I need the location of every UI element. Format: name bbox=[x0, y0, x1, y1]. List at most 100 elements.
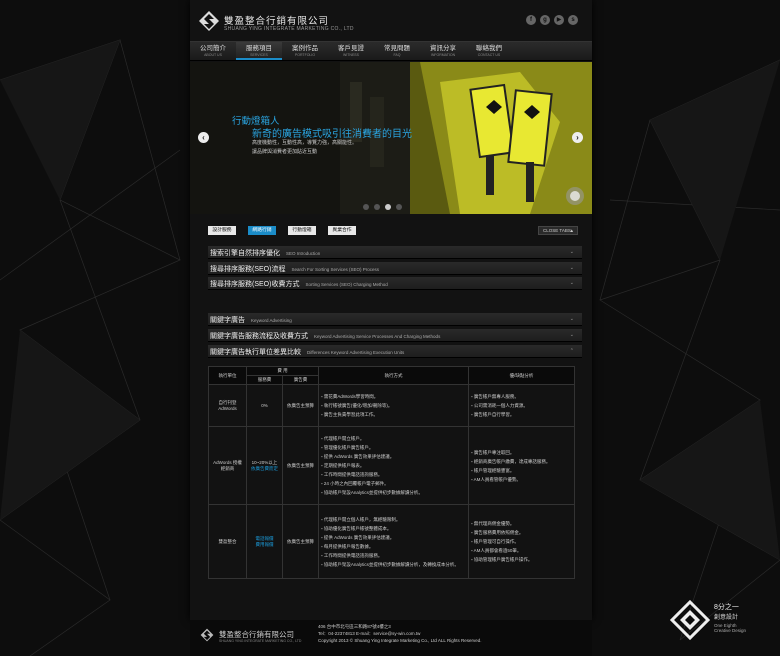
nav-item-contact[interactable]: 聯絡我們 CONTACT US bbox=[466, 42, 512, 60]
footer-copyright: Copyright 2013 © Shuang Ying Integrate M… bbox=[318, 638, 482, 643]
list-item: 廣告服務費用依照佣金。 bbox=[471, 528, 572, 537]
nav-label-en: FAQ bbox=[393, 53, 401, 57]
list-item: 提供 AdWords 廣告效果評估建議。 bbox=[321, 533, 466, 542]
cell-unit: 雙盈整合 bbox=[208, 504, 247, 579]
company-logo-icon bbox=[199, 11, 219, 31]
chevron-down-icon: ⌄ bbox=[569, 249, 574, 255]
banner-prev-arrow-icon[interactable]: ‹ bbox=[198, 132, 209, 143]
nav-label-en: PORTFOLIO bbox=[294, 53, 316, 57]
accordion-seo-charging[interactable]: 搜尋排序服務(SEO)收費方式 Sorting Services (SEO) Ch… bbox=[208, 277, 582, 290]
banner-next-arrow-icon[interactable]: › bbox=[572, 132, 583, 143]
nav-label: 聯絡我們 bbox=[476, 45, 502, 52]
nav-item-faq[interactable]: 常見問題 FAQ bbox=[374, 42, 420, 60]
nav-label: 資訊分享 bbox=[430, 45, 456, 52]
facebook-icon[interactable]: f bbox=[526, 15, 536, 25]
header-logo[interactable]: 雙盈整合行銷有限公司 SHUANG YING INTEGRATE MARKETI… bbox=[198, 10, 368, 36]
list-item: 帳戶管理經驗豐富。 bbox=[471, 466, 572, 475]
list-item: 需花費AdWords學習時間。 bbox=[321, 392, 466, 401]
cell-service-fee: 10~20%以上 依廣告費而定 bbox=[246, 426, 283, 505]
nav-label-en: ABOUT US bbox=[204, 53, 222, 57]
cell-service-fee: 0% bbox=[246, 384, 283, 427]
nav-label: 公司簡介 bbox=[200, 45, 226, 52]
cell-method: 代理帳戶開立個人帳戶，無經驗限制。 協助優化廣告帳戶帳號整體成本。 提供 AdW… bbox=[318, 504, 470, 579]
th-ad-fee: 廣告費 bbox=[281, 375, 320, 385]
nav-item-about[interactable]: 公司簡介 ABOUT US bbox=[190, 42, 236, 60]
accordion-keyword-ads[interactable]: 關鍵字廣告 Keyword Advertising ⌄ bbox=[208, 313, 582, 326]
service-fee-value: 電話報價 bbox=[255, 535, 274, 541]
accordion-title: 搜尋排序服務(SEO)收費方式 bbox=[210, 281, 300, 288]
social-icons: f g ▶ s bbox=[526, 15, 578, 25]
nav-item-services[interactable]: 服務項目 SERVICES bbox=[236, 42, 282, 60]
accordion-title: 搜尋排序服務(SEO)流程 bbox=[210, 266, 286, 273]
list-item: 經銷商廣告帳戶繳費，達成專話服務。 bbox=[471, 457, 572, 466]
table-row: 自行刊登 AdWords 0% 依廣告主預算 需花費AdWords學習時間。 執… bbox=[208, 384, 576, 427]
service-fee-note: 依廣告費而定 bbox=[251, 465, 278, 471]
service-tabs: 設計服務 網路行銷 行動燈箱 異業合作 bbox=[208, 226, 356, 235]
banner-text-1: 高度機動性，互動性高，導覽力強，高關能性。 bbox=[252, 140, 358, 146]
nav-label-en: INFORMATION bbox=[430, 53, 456, 57]
th-service-fee: 服務費 bbox=[246, 375, 283, 385]
nav-item-witness[interactable]: 客戶見證 WITNESS bbox=[328, 42, 374, 60]
nav-item-portfolio[interactable]: 案例作品 PORTFOLIO bbox=[282, 42, 328, 60]
list-item: 工作時間提供電話諮詢服務。 bbox=[321, 551, 466, 560]
tab-mobile-lightbox[interactable]: 行動燈箱 bbox=[288, 226, 316, 235]
accordion-keyword-compare[interactable]: 關鍵字廣告執行單位差異比較 Differences Keyword Adverti… bbox=[208, 345, 582, 358]
th-method: 執行方式 bbox=[318, 366, 470, 385]
hero-banner: 行動燈箱人 新奇的廣告模式吸引往消費者的目光 高度機動性，互動性高，導覽力強，高… bbox=[190, 62, 592, 214]
service-fee-value: 0% bbox=[261, 403, 268, 408]
chevron-down-icon: ⌄ bbox=[569, 332, 574, 338]
list-item: 廣告帳戶自行學習。 bbox=[471, 410, 572, 419]
banner-dot-active[interactable] bbox=[385, 204, 391, 210]
footer: 雙盈整合行銷有限公司 SHUANG YING INTEGRATE MARKETI… bbox=[190, 620, 592, 656]
designer-credit[interactable]: 8分之一 創意設計 One Eighth Creative Design bbox=[670, 600, 780, 640]
accordion-title: 關鍵字廣告 bbox=[210, 317, 245, 324]
list-item: 代理帳戶開立個人帳戶，無經驗限制。 bbox=[321, 515, 466, 524]
main-nav: 公司簡介 ABOUT US 服務項目 SERVICES 案例作品 PORTFOLIO … bbox=[190, 41, 592, 61]
nav-label-en: CONTACT US bbox=[477, 53, 501, 57]
footer-company-en: SHUANG YING INTEGRATE MARKETING CO., LTD bbox=[219, 639, 302, 643]
chevron-down-icon: ⌄ bbox=[569, 280, 574, 286]
cell-analysis: 廣告帳戶專注取回。 經銷商廣告帳戶繳費，達成專話服務。 帳戶管理經驗豐富。 AM… bbox=[468, 426, 576, 505]
banner-dot[interactable] bbox=[374, 204, 380, 210]
service-fee-note: 費用報價 bbox=[255, 541, 274, 547]
tab-online-marketing[interactable]: 網路行銷 bbox=[248, 226, 276, 235]
list-item: 每月提供帳戶報告數據。 bbox=[321, 542, 466, 551]
nav-item-information[interactable]: 資訊分享 INFORMATION bbox=[420, 42, 466, 60]
cell-ad-fee: 依廣告主預算 bbox=[281, 384, 320, 427]
list-item: 管理優化帳戶廣告帳戶。 bbox=[321, 443, 466, 452]
skype-icon[interactable]: s bbox=[568, 15, 578, 25]
list-item: 廣告主負責學習此項工作。 bbox=[321, 410, 466, 419]
cell-unit: AdWords 授權經銷商 bbox=[208, 426, 247, 505]
close-tabs-button[interactable]: CLOSE TABS ▲ bbox=[538, 226, 578, 235]
company-name-cn: 雙盈整合行銷有限公司 bbox=[224, 16, 330, 27]
designer-name-2: 創意設計 bbox=[714, 615, 739, 621]
service-fee-value: 10~20%以上 bbox=[251, 459, 278, 465]
accordion-seo-intro[interactable]: 搜索引擎自然排序優化 SEO Introduction ⌄ bbox=[208, 246, 582, 259]
comparison-table: 執行單位 費 用 執行方式 優/缺點分析 服務費 廣告費 自行刊登 AdWord… bbox=[208, 366, 576, 579]
table-row: 雙盈整合 電話報價費用報價 依廣告主預算 代理帳戶開立個人帳戶，無經驗限制。 協… bbox=[208, 504, 576, 579]
cell-method: 代理帳戶開立帳戶。 管理優化帳戶廣告帳戶。 提供 AdWords 廣告效果評估建… bbox=[318, 426, 470, 505]
arrow-up-icon: ▲ bbox=[569, 228, 574, 233]
chevron-down-icon: ⌄ bbox=[569, 265, 574, 271]
accordion-seo-process[interactable]: 搜尋排序服務(SEO)流程 Search For Sorting Services… bbox=[208, 262, 582, 275]
list-item: 協助帳戶架設Analytics並提供初步數據解讀分析，及轉換成本分析。 bbox=[321, 560, 466, 569]
banner-pagination bbox=[363, 204, 402, 210]
accordion-title-en: SEO Introduction bbox=[286, 251, 321, 256]
youtube-icon[interactable]: ▶ bbox=[554, 15, 564, 25]
list-item: 協助管理帳戶廣告帳戶操作。 bbox=[471, 555, 572, 564]
accordion-title-en: Search For Sorting Services (SEO) Proces… bbox=[291, 267, 379, 272]
nav-label: 服務項目 bbox=[246, 45, 272, 52]
table-row: AdWords 授權經銷商 10~20%以上依廣告費而定 依廣告主預算 代理帳戶… bbox=[208, 426, 576, 505]
tab-design[interactable]: 設計服務 bbox=[208, 226, 236, 235]
cell-analysis: 無代理商佣金優勢。 廣告服務費用依照佣金。 帳戶管理可自行操作。 AM人員都會看… bbox=[468, 504, 576, 579]
banner-dot[interactable] bbox=[396, 204, 402, 210]
designer-logo-icon bbox=[670, 600, 710, 640]
banner-subheadline: 新奇的廣告模式吸引往消費者的目光 bbox=[252, 129, 412, 140]
tab-cooperation[interactable]: 異業合作 bbox=[328, 226, 356, 235]
google-plus-icon[interactable]: g bbox=[540, 15, 550, 25]
banner-dot[interactable] bbox=[363, 204, 369, 210]
list-item: 代理帳戶開立帳戶。 bbox=[321, 434, 466, 443]
accordion-keyword-process[interactable]: 關鍵字廣告服務流程及收費方式 Keyword Advertising Servic… bbox=[208, 329, 582, 342]
cell-analysis: 廣告帳戶無專人服務。 公司需消耗一個人力資源。 廣告帳戶自行學習。 bbox=[468, 384, 576, 427]
cell-method: 需花費AdWords學習時間。 執行帳號廣告(優化/增加/刪除等)。 廣告主負責… bbox=[318, 384, 470, 427]
